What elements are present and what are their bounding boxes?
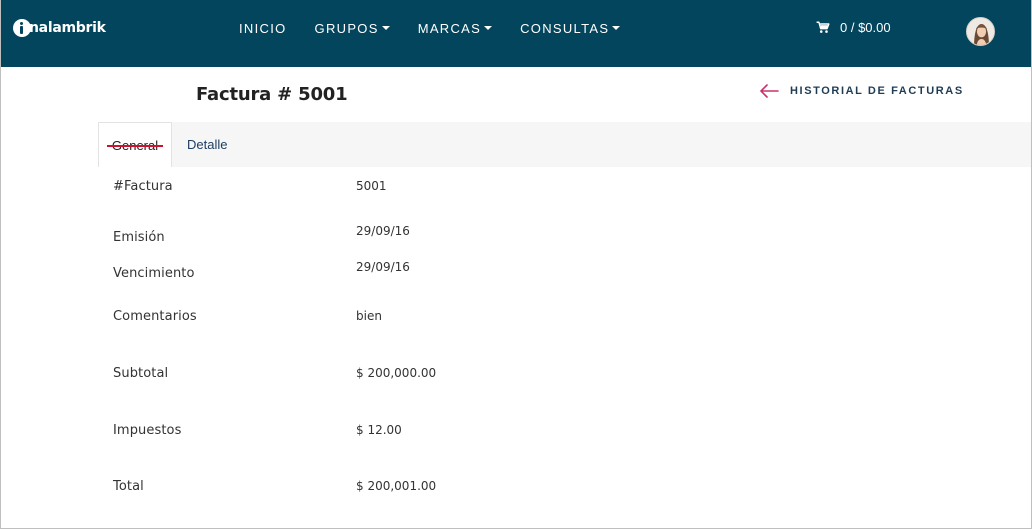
caret-down-icon — [612, 26, 621, 30]
caret-down-icon — [484, 26, 493, 30]
logo-mark-icon — [13, 19, 31, 37]
field-value-vencimiento: 29/09/16 — [356, 260, 410, 274]
field-label-emision: Emisión — [113, 230, 165, 245]
user-avatar[interactable] — [966, 17, 995, 46]
arrow-left-icon — [760, 84, 779, 98]
nav-item-inicio[interactable]: INICIO — [239, 20, 287, 36]
app-window: nalambrik INICIO GRUPOS MARCAS CONSULTAS — [0, 0, 1032, 529]
back-link-label: HISTORIAL DE FACTURAS — [790, 85, 964, 97]
cart-summary: 0 / $0.00 — [840, 20, 891, 35]
field-label-vencimiento: Vencimiento — [113, 266, 195, 281]
brand-logo[interactable]: nalambrik — [13, 18, 106, 38]
field-value-comentarios: bien — [356, 309, 382, 323]
field-label-factura: #Factura — [113, 179, 173, 194]
nav-item-label: GRUPOS — [314, 20, 379, 36]
nav-item-grupos[interactable]: GRUPOS — [315, 20, 390, 36]
invoice-history-link[interactable]: HISTORIAL DE FACTURAS — [759, 84, 964, 98]
nav-item-label: INICIO — [239, 20, 287, 36]
field-label-total: Total — [113, 479, 144, 494]
nav-item-label: MARCAS — [417, 20, 482, 36]
caret-down-icon — [381, 26, 390, 30]
cart-button[interactable]: 0 / $0.00 — [816, 20, 891, 35]
field-label-subtotal: Subtotal — [113, 366, 169, 381]
tab-detalle[interactable]: Detalle — [173, 122, 241, 167]
field-label-impuestos: Impuestos — [113, 423, 182, 438]
logo-text: nalambrik — [29, 20, 106, 36]
nav-item-label: CONSULTAS — [520, 20, 610, 36]
tab-general[interactable]: General — [98, 122, 172, 167]
field-value-impuestos: $ 12.00 — [356, 423, 402, 437]
page-title: Factura # 5001 — [196, 84, 348, 105]
tab-bar: General Detalle — [98, 122, 1031, 167]
tab-label: Detalle — [187, 137, 228, 152]
field-value-factura: 5001 — [356, 179, 387, 193]
field-label-comentarios: Comentarios — [113, 309, 197, 324]
main-menu: INICIO GRUPOS MARCAS CONSULTAS — [239, 20, 648, 36]
nav-item-consultas[interactable]: CONSULTAS — [520, 20, 621, 36]
active-tab-indicator — [107, 145, 163, 147]
field-value-total: $ 200,001.00 — [356, 479, 437, 493]
top-navbar: nalambrik INICIO GRUPOS MARCAS CONSULTAS — [1, 0, 1031, 67]
avatar-image — [967, 18, 994, 45]
field-value-emision: 29/09/16 — [356, 224, 410, 238]
nav-item-marcas[interactable]: MARCAS — [417, 20, 493, 36]
cart-icon — [816, 21, 830, 33]
field-value-subtotal: $ 200,000.00 — [356, 366, 437, 380]
